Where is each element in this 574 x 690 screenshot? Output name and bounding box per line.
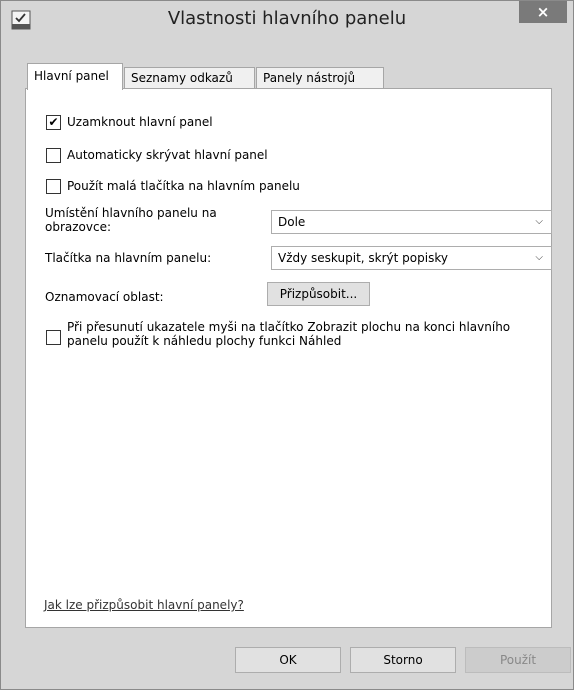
apply-button[interactable]: Použít <box>465 647 571 673</box>
small-buttons-checkbox[interactable] <box>46 179 61 194</box>
window-title: Vlastnosti hlavního panelu <box>167 8 407 29</box>
lock-taskbar-checkbox[interactable]: ✔ <box>46 115 61 130</box>
location-value: Dole <box>278 215 306 229</box>
title-bar: Vlastnosti hlavního panelu × <box>1 1 573 39</box>
peek-label: Při přesunutí ukazatele myši na tlačítko… <box>67 320 511 348</box>
peek-checkbox[interactable] <box>46 330 61 345</box>
help-link[interactable]: Jak lze přizpůsobit hlavní panely? <box>44 598 244 612</box>
location-label: Umístění hlavního panelu na obrazovce: <box>45 206 217 234</box>
chevron-down-icon: ⌵ <box>535 216 543 227</box>
location-dropdown[interactable]: Dole ⌵ <box>271 210 552 234</box>
lock-taskbar-label: Uzamknout hlavní panel <box>67 115 213 129</box>
small-buttons-label: Použít malá tlačítka na hlavním panelu <box>67 179 300 193</box>
close-button[interactable]: × <box>519 1 567 23</box>
customize-button[interactable]: Přizpůsobit... <box>267 282 370 306</box>
taskbar-buttons-label: Tlačítka na hlavním panelu: <box>45 251 212 265</box>
tab-main-panel[interactable]: Hlavní panel <box>27 63 123 90</box>
tab-panel: ✔ Uzamknout hlavní panel Automaticky skr… <box>25 88 552 628</box>
taskbar-properties-icon <box>11 10 31 30</box>
ok-button[interactable]: OK <box>235 647 341 673</box>
cancel-button[interactable]: Storno <box>350 647 456 673</box>
chevron-down-icon: ⌵ <box>535 252 543 263</box>
notification-area-label: Oznamovací oblast: <box>45 290 164 304</box>
taskbar-buttons-value: Vždy seskupit, skrýt popisky <box>278 251 448 265</box>
taskbar-buttons-dropdown[interactable]: Vždy seskupit, skrýt popisky ⌵ <box>271 246 552 270</box>
tab-jump-lists[interactable]: Seznamy odkazů <box>124 67 255 89</box>
dialog-window: Vlastnosti hlavního panelu × Hlavní pane… <box>0 0 574 690</box>
auto-hide-label: Automaticky skrývat hlavní panel <box>67 148 268 162</box>
auto-hide-checkbox[interactable] <box>46 148 61 163</box>
tab-toolbars[interactable]: Panely nástrojů <box>256 67 384 89</box>
